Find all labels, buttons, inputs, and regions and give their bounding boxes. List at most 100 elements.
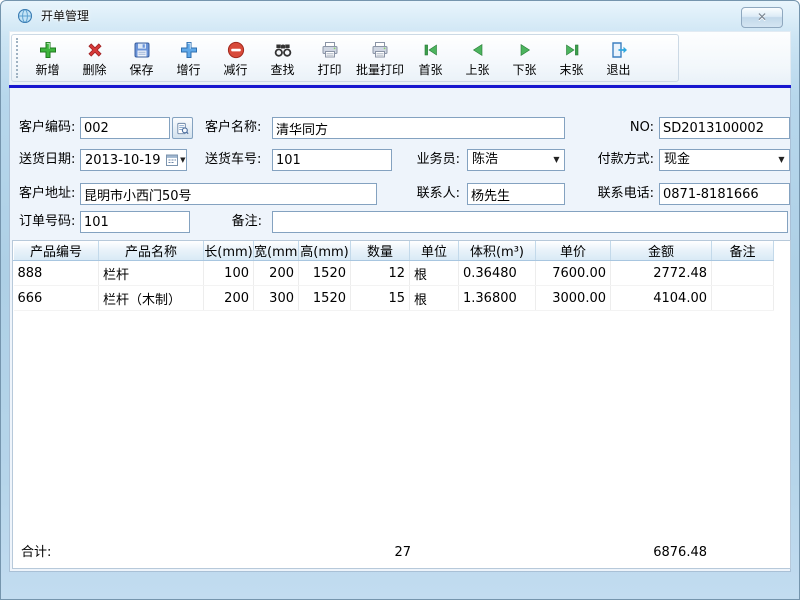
table-cell[interactable]: 根 — [410, 286, 459, 311]
table-cell[interactable]: 15 — [351, 286, 410, 311]
customer-address-input[interactable] — [80, 183, 377, 205]
totals-label: 合计: — [21, 542, 51, 564]
table-row[interactable]: 666栏杆（木制）200300152015根1.368003000.004104… — [14, 286, 774, 311]
globe-app-icon — [17, 8, 33, 24]
toolbar-button-find[interactable]: 查找 — [259, 35, 306, 81]
grid-column-header[interactable]: 长(mm) — [204, 241, 254, 261]
contact-person-label: 联系人: — [400, 183, 460, 205]
table-cell[interactable]: 7600.00 — [536, 261, 611, 286]
table-cell[interactable]: 300 — [254, 286, 299, 311]
next-icon — [515, 40, 535, 60]
delivery-vehicle-input[interactable] — [272, 149, 392, 171]
billing-window: 开单管理 ✕ 新增删除保存增行减行查找打印批量打印首张上张下张末张退出 客户编码… — [0, 0, 800, 600]
toolbar-button-print[interactable]: 打印 — [306, 35, 353, 81]
toolbar-button-add-row[interactable]: 增行 — [165, 35, 212, 81]
grid-column-header[interactable]: 体积(m³) — [459, 241, 536, 261]
table-cell[interactable]: 栏杆（木制） — [99, 286, 204, 311]
delivery-date-value: 2013-10-19 — [81, 153, 165, 168]
table-cell[interactable]: 12 — [351, 261, 410, 286]
no-input[interactable] — [659, 117, 790, 139]
grid-column-header[interactable]: 宽(mm) — [254, 241, 299, 261]
grid-column-header[interactable]: 备注 — [712, 241, 774, 261]
toolbar-button-prev[interactable]: 上张 — [454, 35, 501, 81]
customer-name-label: 客户名称: — [205, 117, 261, 139]
table-cell[interactable] — [712, 261, 774, 286]
table-row[interactable]: 888栏杆100200152012根0.364807600.002772.48 — [14, 261, 774, 286]
grid-column-header[interactable]: 产品名称 — [99, 241, 204, 261]
toolbar-button-label: 减行 — [223, 61, 247, 78]
toolbar-button-label: 上张 — [466, 61, 490, 78]
table-cell[interactable] — [712, 286, 774, 311]
table-cell[interactable]: 200 — [254, 261, 299, 286]
prev-icon — [468, 40, 488, 60]
toolbar-button-first[interactable]: 首张 — [407, 35, 454, 81]
grid-column-header[interactable]: 金额 — [611, 241, 712, 261]
toolbar-button-label: 删除 — [82, 61, 106, 78]
toolbar-button-next[interactable]: 下张 — [501, 35, 548, 81]
remove-row-icon — [226, 40, 246, 60]
payment-method-label: 付款方式: — [588, 149, 654, 171]
toolbar-button-exit[interactable]: 退出 — [595, 35, 642, 81]
delivery-date-label: 送货日期: — [19, 149, 75, 171]
table-cell[interactable]: 888 — [14, 261, 99, 286]
product-grid: 产品编号产品名称长(mm)宽(mm)高(mm)数量单位体积(m³)单价金额备注 … — [12, 240, 791, 569]
grid-column-header[interactable]: 数量 — [351, 241, 410, 261]
table-cell[interactable]: 栏杆 — [99, 261, 204, 286]
customer-lookup-button[interactable] — [172, 117, 193, 139]
toolbar: 新增删除 保存增行减行查找打印批量打印首张 上张下张末张退出 — [9, 31, 791, 85]
salesman-select[interactable]: 陈浩 ▼ — [467, 149, 565, 171]
toolbar-button-label: 首张 — [419, 61, 443, 78]
order-number-input[interactable] — [80, 211, 190, 233]
grid-column-header[interactable]: 单位 — [410, 241, 459, 261]
table-cell[interactable]: 100 — [204, 261, 254, 286]
salesman-value: 陈浩 — [468, 150, 549, 170]
close-button[interactable]: ✕ — [741, 7, 783, 28]
toolbar-button-last[interactable]: 末张 — [548, 35, 595, 81]
product-table: 产品编号产品名称长(mm)宽(mm)高(mm)数量单位体积(m³)单价金额备注 … — [13, 241, 774, 311]
find-icon — [273, 40, 293, 60]
save-icon — [132, 40, 152, 60]
table-cell[interactable]: 2772.48 — [611, 261, 712, 286]
dropdown-arrow-icon: ▼ — [549, 150, 564, 170]
payment-method-select[interactable]: 现金 ▼ — [659, 149, 790, 171]
contact-phone-input[interactable] — [659, 183, 790, 205]
toolbar-button-label: 退出 — [607, 61, 631, 78]
table-cell[interactable]: 1.36800 — [459, 286, 536, 311]
toolbar-button-label: 保存 — [129, 61, 153, 78]
table-cell[interactable]: 666 — [14, 286, 99, 311]
titlebar: 开单管理 ✕ — [1, 1, 799, 31]
grid-column-header[interactable]: 单价 — [536, 241, 611, 261]
table-cell[interactable]: 根 — [410, 261, 459, 286]
contact-phone-label: 联系电话: — [580, 183, 654, 205]
toolbar-button-save[interactable]: 保存 — [118, 35, 165, 81]
grid-column-header[interactable]: 产品编号 — [14, 241, 99, 261]
exit-icon — [609, 40, 629, 60]
toolbar-button-batch-print[interactable]: 批量打印 — [353, 35, 407, 81]
first-icon — [421, 40, 441, 60]
customer-name-input[interactable] — [272, 117, 565, 139]
remark-input[interactable] — [272, 211, 788, 233]
contact-person-input[interactable] — [467, 183, 565, 205]
remark-label: 备注: — [210, 211, 262, 233]
customer-code-input[interactable] — [80, 117, 170, 139]
toolbar-button-delete[interactable]: 删除 — [71, 35, 118, 81]
salesman-label: 业务员: — [400, 149, 460, 171]
toolbar-button-new[interactable]: 新增 — [24, 35, 71, 81]
customer-address-label: 客户地址: — [19, 183, 75, 205]
total-amount: 6876.48 — [13, 542, 707, 564]
no-label: NO: — [610, 117, 654, 139]
table-cell[interactable]: 0.36480 — [459, 261, 536, 286]
table-cell[interactable]: 4104.00 — [611, 286, 712, 311]
window-title: 开单管理 — [41, 1, 89, 31]
table-cell[interactable]: 1520 — [299, 261, 351, 286]
grid-body: 888栏杆100200152012根0.364807600.002772.486… — [14, 261, 774, 311]
table-cell[interactable]: 200 — [204, 286, 254, 311]
totals-row: 27 6876.48 合计: — [13, 542, 790, 564]
table-cell[interactable]: 1520 — [299, 286, 351, 311]
toolbar-button-label: 批量打印 — [356, 61, 404, 78]
toolbar-grip-handle[interactable] — [16, 38, 19, 78]
grid-column-header[interactable]: 高(mm) — [299, 241, 351, 261]
table-cell[interactable]: 3000.00 — [536, 286, 611, 311]
toolbar-button-remove-row[interactable]: 减行 — [212, 35, 259, 81]
delivery-date-input[interactable]: 2013-10-19 ▼ — [80, 149, 187, 171]
